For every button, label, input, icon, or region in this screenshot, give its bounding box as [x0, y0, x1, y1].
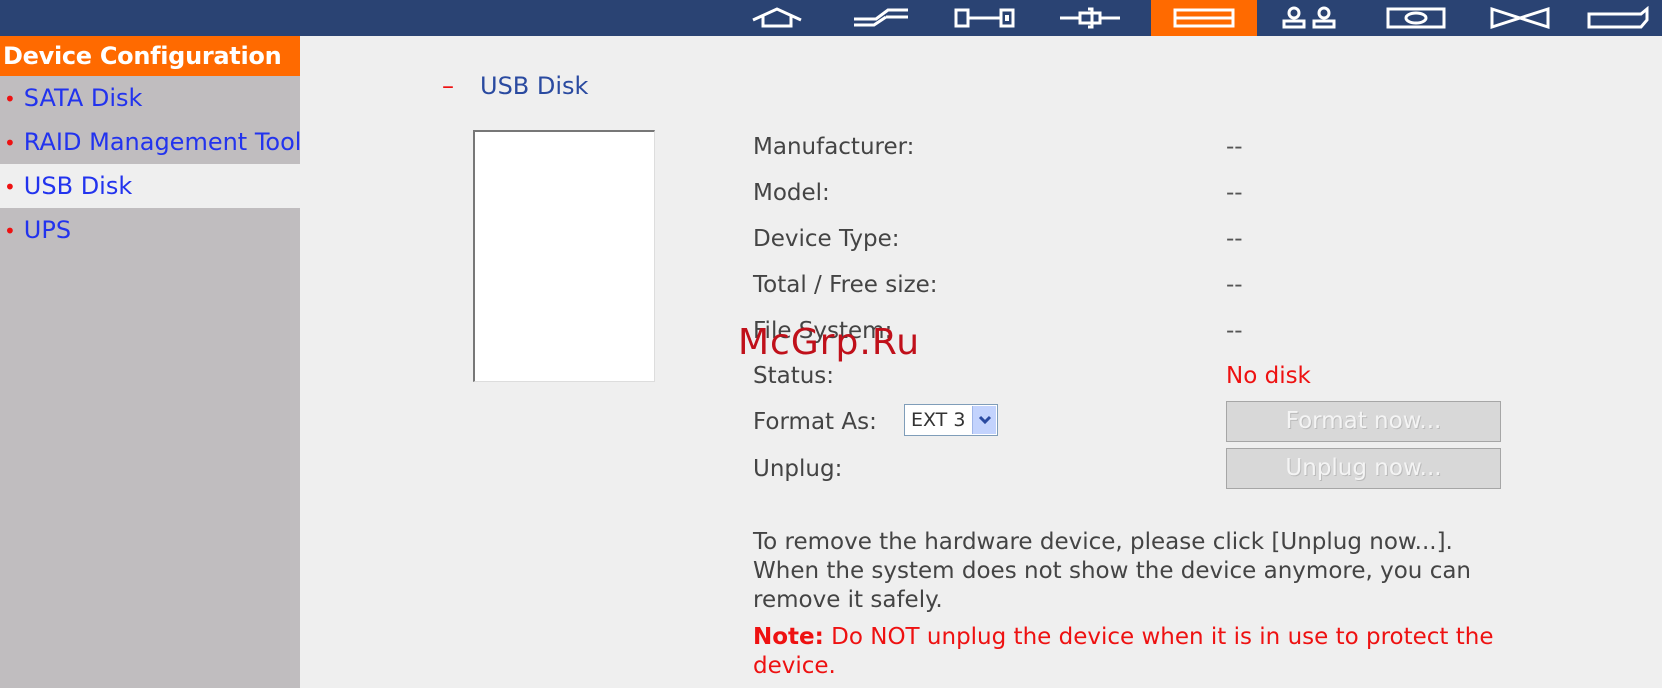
note-label: Note: [753, 624, 824, 650]
format-now-button[interactable]: Format now... [1226, 401, 1501, 442]
total-free-size-value: -- [1226, 272, 1243, 298]
section-title: – USB Disk [442, 72, 588, 100]
top-nav-bar [0, 0, 1662, 36]
section-dash: – [442, 72, 454, 100]
plug-icon[interactable] [1040, 0, 1140, 36]
bullet-icon: • [4, 175, 16, 199]
format-as-label: Format As: [753, 409, 877, 435]
disk-icon[interactable] [1151, 0, 1257, 36]
status-value: No disk [1226, 363, 1311, 389]
sidebar: Device Configuration • SATA Disk • RAID Ma… [0, 36, 302, 688]
unplug-instructions: To remove the hardware device, please cl… [753, 529, 1472, 613]
format-type-selected: EXT 3 [911, 409, 966, 431]
status-label: Status: [753, 363, 835, 389]
device-type-value: -- [1226, 226, 1243, 252]
network-icon[interactable] [935, 0, 1035, 36]
note-text: Do NOT unplug the device when it is in u… [753, 624, 1494, 679]
device-preview-box [473, 130, 655, 382]
unplug-label: Unplug: [753, 456, 843, 482]
bullet-icon: • [4, 219, 16, 243]
bullet-icon: • [4, 87, 16, 111]
model-value: -- [1226, 180, 1243, 206]
model-label: Model: [753, 180, 830, 206]
mail-icon[interactable] [1470, 0, 1570, 36]
sidebar-item-raid-management-tool[interactable]: • RAID Management Tool [0, 120, 302, 164]
sidebar-title: Device Configuration [0, 36, 300, 76]
sidebar-item-usb-disk[interactable]: • USB Disk [0, 164, 300, 208]
sidebar-item-label: USB Disk [23, 172, 133, 200]
device-type-label: Device Type: [753, 226, 900, 252]
main-panel: – USB Disk Manufacturer: -- Model: -- Dev… [300, 36, 1662, 688]
sidebar-item-sata-disk[interactable]: • SATA Disk [0, 76, 300, 120]
format-type-select[interactable]: EXT 3 [904, 404, 998, 436]
file-system-value: -- [1226, 318, 1243, 344]
sidebar-item-label: UPS [23, 216, 72, 244]
watermark: McGrp.Ru [738, 322, 921, 363]
monitor-icon[interactable] [1366, 0, 1466, 36]
manufacturer-label: Manufacturer: [753, 134, 915, 160]
flash-icon[interactable] [831, 0, 931, 36]
manufacturer-value: -- [1226, 134, 1243, 160]
bullet-icon: • [4, 131, 16, 155]
unplug-now-button[interactable]: Unplug now... [1226, 448, 1501, 489]
users-icon[interactable] [1260, 0, 1360, 36]
sidebar-item-label: SATA Disk [23, 84, 143, 112]
folder-icon[interactable] [1572, 0, 1662, 36]
unplug-note: Note: Do NOT unplug the device when it i… [753, 623, 1513, 681]
chevron-down-icon[interactable] [972, 406, 996, 434]
total-free-size-label: Total / Free size: [753, 272, 938, 298]
section-title-text: USB Disk [480, 72, 589, 100]
sidebar-item-ups[interactable]: • UPS [0, 208, 300, 252]
home-icon[interactable] [727, 0, 827, 36]
sidebar-item-label: RAID Management Tool [23, 128, 302, 156]
